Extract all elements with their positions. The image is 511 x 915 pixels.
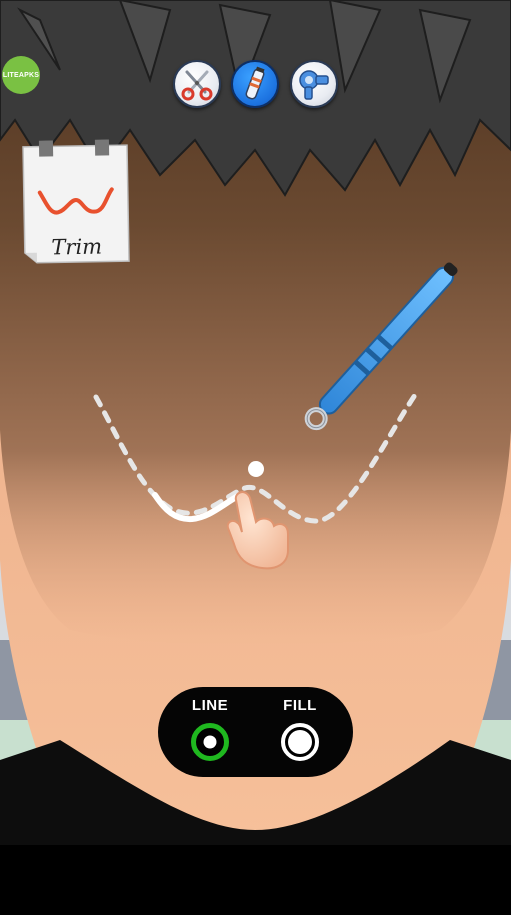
fill-mode-indicator — [288, 730, 312, 754]
task-note-card: Trim — [21, 139, 131, 267]
line-mode-toggle[interactable] — [191, 723, 229, 761]
target-dot — [248, 461, 264, 477]
hair-dryer-tool-button[interactable] — [290, 60, 338, 108]
clip-left — [38, 140, 54, 157]
trimmer-tool-button[interactable] — [231, 60, 279, 108]
trimmer-icon — [245, 66, 265, 100]
game-scene[interactable]: LITEAPKS Trim LINE FILL — [0, 0, 511, 910]
clip-right — [94, 139, 110, 156]
bottom-bar — [0, 845, 511, 910]
liteapks-badge: LITEAPKS — [2, 56, 40, 94]
fill-mode-label: FILL — [283, 697, 317, 714]
task-label: Trim — [51, 234, 103, 260]
mode-selector: LINE FILL — [158, 687, 353, 777]
scissors-icon — [181, 70, 213, 101]
hair-dryer-icon — [299, 70, 329, 100]
fill-mode-toggle[interactable] — [281, 723, 319, 761]
line-mode-label: LINE — [191, 697, 229, 714]
scissors-tool-button[interactable] — [173, 60, 221, 108]
line-mode-indicator — [203, 735, 217, 749]
